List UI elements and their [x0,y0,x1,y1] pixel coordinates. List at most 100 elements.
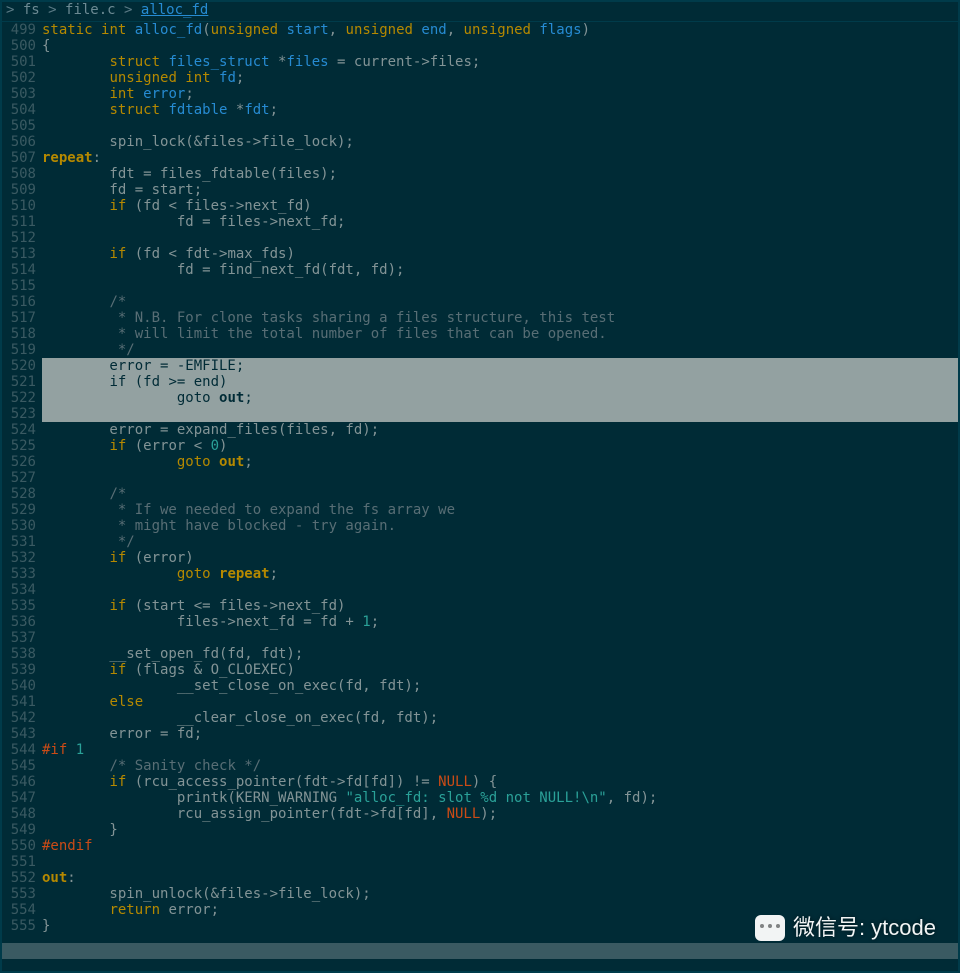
code-content[interactable]: error = -EMFILE; [42,358,958,374]
code-content[interactable]: static int alloc_fd(unsigned start, unsi… [42,22,958,38]
code-content[interactable]: /* [42,294,958,310]
code-line[interactable]: 529 * If we needed to expand the fs arra… [2,502,958,518]
code-line[interactable]: 525 if (error < 0) [2,438,958,454]
code-line[interactable]: 516 /* [2,294,958,310]
code-line[interactable]: 549 } [2,822,958,838]
code-content[interactable] [42,854,958,870]
code-line[interactable]: 500{ [2,38,958,54]
code-line[interactable]: 551 [2,854,958,870]
code-line[interactable]: 528 /* [2,486,958,502]
code-line[interactable]: 553 spin_unlock(&files->file_lock); [2,886,958,902]
code-line[interactable]: 552out: [2,870,958,886]
code-line[interactable]: 541 else [2,694,958,710]
code-line[interactable]: 520 error = -EMFILE; [2,358,958,374]
code-line[interactable]: 546 if (rcu_access_pointer(fdt->fd[fd]) … [2,774,958,790]
code-line[interactable]: 532 if (error) [2,550,958,566]
code-content[interactable]: #if 1 [42,742,958,758]
code-line[interactable]: 547 printk(KERN_WARNING "alloc_fd: slot … [2,790,958,806]
code-line[interactable]: 542 __clear_close_on_exec(fd, fdt); [2,710,958,726]
code-line[interactable]: 543 error = fd; [2,726,958,742]
code-content[interactable]: goto out; [42,390,958,406]
code-line[interactable]: 502 unsigned int fd; [2,70,958,86]
code-content[interactable]: __set_close_on_exec(fd, fdt); [42,678,958,694]
code-line[interactable]: 509 fd = start; [2,182,958,198]
code-line[interactable]: 511 fd = files->next_fd; [2,214,958,230]
code-content[interactable]: if (flags & O_CLOEXEC) [42,662,958,678]
code-content[interactable]: struct fdtable *fdt; [42,102,958,118]
code-line[interactable]: 533 goto repeat; [2,566,958,582]
code-content[interactable]: spin_unlock(&files->file_lock); [42,886,958,902]
code-line[interactable]: 536 files->next_fd = fd + 1; [2,614,958,630]
code-content[interactable]: printk(KERN_WARNING "alloc_fd: slot %d n… [42,790,958,806]
code-content[interactable]: rcu_assign_pointer(fdt->fd[fd], NULL); [42,806,958,822]
code-line[interactable]: 537 [2,630,958,646]
code-content[interactable]: int error; [42,86,958,102]
code-line[interactable]: 504 struct fdtable *fdt; [2,102,958,118]
code-line[interactable]: 544#if 1 [2,742,958,758]
code-line[interactable]: 538 __set_open_fd(fd, fdt); [2,646,958,662]
code-line[interactable]: 515 [2,278,958,294]
code-content[interactable]: if (fd >= end) [42,374,958,390]
code-line[interactable]: 518 * will limit the total number of fil… [2,326,958,342]
code-line[interactable]: 548 rcu_assign_pointer(fdt->fd[fd], NULL… [2,806,958,822]
code-line[interactable]: 519 */ [2,342,958,358]
code-content[interactable]: * N.B. For clone tasks sharing a files s… [42,310,958,326]
code-content[interactable]: if (fd < fdt->max_fds) [42,246,958,262]
code-editor[interactable]: 499static int alloc_fd(unsigned start, u… [2,22,958,934]
code-line[interactable]: 534 [2,582,958,598]
code-content[interactable]: */ [42,534,958,550]
code-line[interactable]: 527 [2,470,958,486]
code-content[interactable]: repeat: [42,150,958,166]
code-content[interactable]: { [42,38,958,54]
code-content[interactable]: goto out; [42,454,958,470]
breadcrumb-seg-1[interactable]: fs [23,2,40,18]
code-content[interactable] [42,278,958,294]
code-content[interactable]: fd = start; [42,182,958,198]
code-line[interactable]: 539 if (flags & O_CLOEXEC) [2,662,958,678]
code-content[interactable]: if (fd < files->next_fd) [42,198,958,214]
code-content[interactable]: struct files_struct *files = current->fi… [42,54,958,70]
code-line[interactable]: 550#endif [2,838,958,854]
code-line[interactable]: 517 * N.B. For clone tasks sharing a fil… [2,310,958,326]
code-content[interactable] [42,406,958,422]
code-content[interactable]: if (error) [42,550,958,566]
code-line[interactable]: 531 */ [2,534,958,550]
code-content[interactable]: /* [42,486,958,502]
code-line[interactable]: 530 * might have blocked - try again. [2,518,958,534]
code-content[interactable]: fd = find_next_fd(fdt, fd); [42,262,958,278]
code-line[interactable]: 508 fdt = files_fdtable(files); [2,166,958,182]
code-content[interactable]: error = fd; [42,726,958,742]
code-content[interactable]: if (start <= files->next_fd) [42,598,958,614]
code-content[interactable]: } [42,822,958,838]
code-content[interactable]: spin_lock(&files->file_lock); [42,134,958,150]
code-line[interactable]: 510 if (fd < files->next_fd) [2,198,958,214]
breadcrumb-seg-3[interactable]: alloc_fd [141,2,208,18]
code-line[interactable]: 524 error = expand_files(files, fd); [2,422,958,438]
code-content[interactable]: /* Sanity check */ [42,758,958,774]
code-content[interactable]: unsigned int fd; [42,70,958,86]
code-content[interactable]: files->next_fd = fd + 1; [42,614,958,630]
code-content[interactable] [42,470,958,486]
code-content[interactable]: * will limit the total number of files t… [42,326,958,342]
code-content[interactable]: * If we needed to expand the fs array we [42,502,958,518]
code-content[interactable]: #endif [42,838,958,854]
code-content[interactable]: if (rcu_access_pointer(fdt->fd[fd]) != N… [42,774,958,790]
code-line[interactable]: 535 if (start <= files->next_fd) [2,598,958,614]
code-content[interactable]: else [42,694,958,710]
code-content[interactable]: fdt = files_fdtable(files); [42,166,958,182]
code-content[interactable] [42,118,958,134]
code-content[interactable] [42,582,958,598]
code-line[interactable]: 506 spin_lock(&files->file_lock); [2,134,958,150]
breadcrumb-seg-2[interactable]: file.c [65,2,116,18]
code-line[interactable]: 512 [2,230,958,246]
code-line[interactable]: 505 [2,118,958,134]
code-line[interactable]: 522 goto out; [2,390,958,406]
code-line[interactable]: 526 goto out; [2,454,958,470]
code-content[interactable]: out: [42,870,958,886]
code-line[interactable]: 507repeat: [2,150,958,166]
code-line[interactable]: 513 if (fd < fdt->max_fds) [2,246,958,262]
code-content[interactable] [42,230,958,246]
code-content[interactable]: fd = files->next_fd; [42,214,958,230]
code-line[interactable]: 501 struct files_struct *files = current… [2,54,958,70]
code-content[interactable] [42,630,958,646]
